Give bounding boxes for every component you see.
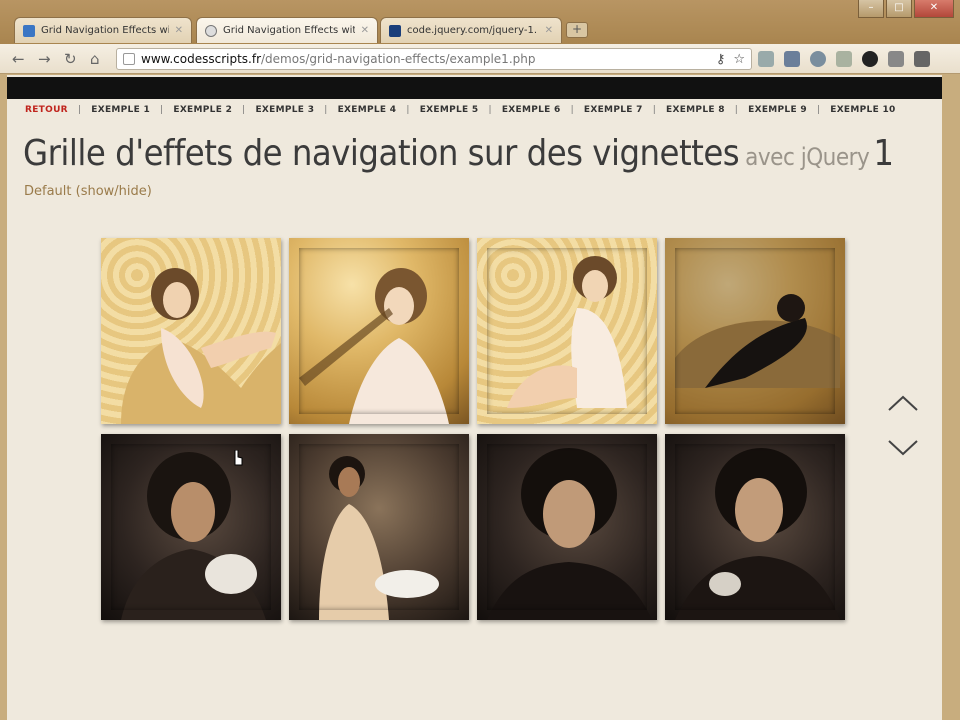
chevron-down-icon[interactable] (887, 438, 919, 458)
new-tab-button[interactable]: + (566, 22, 588, 38)
vignette-frame (675, 248, 835, 414)
nav-separator: | (816, 105, 821, 115)
vignette-frame (675, 444, 835, 610)
forward-icon[interactable]: → (38, 50, 51, 68)
thumbnail[interactable] (477, 238, 657, 424)
thumbnail[interactable] (289, 434, 469, 620)
thumbnail[interactable] (665, 238, 845, 424)
browser-toolbar: ← → ↻ ⌂ www.codesscripts.fr/demos/grid-n… (0, 44, 960, 74)
star-icon[interactable]: ☆ (733, 52, 745, 67)
top-black-bar (7, 77, 942, 99)
browser-tab-2[interactable]: Grid Navigation Effects wit ✕ (196, 17, 378, 43)
nav-exemple-7[interactable]: EXEMPLE 7 (584, 105, 643, 115)
mail-icon[interactable] (758, 51, 774, 67)
url-domain: www.codesscripts.fr (141, 52, 262, 66)
example-nav: RETOUR | EXEMPLE 1 | EXEMPLE 2 | EXEMPLE… (25, 105, 896, 115)
camera-icon[interactable] (862, 51, 878, 67)
nav-exemple-10[interactable]: EXEMPLE 10 (830, 105, 895, 115)
tab-title: Grid Navigation Effects wit (41, 25, 169, 36)
vignette-frame (299, 248, 459, 414)
nav-exemple-5[interactable]: EXEMPLE 5 (420, 105, 479, 115)
nav-exemple-8[interactable]: EXEMPLE 8 (666, 105, 725, 115)
page-title: Grille d'effets de navigation sur des vi… (23, 133, 894, 174)
title-number: 1 (873, 133, 894, 174)
close-icon[interactable]: ✕ (361, 25, 369, 36)
vignette-frame (487, 444, 647, 610)
window-controls: – □ ✕ (858, 0, 954, 18)
thumbnail[interactable] (101, 434, 281, 620)
reload-icon[interactable]: ↻ (64, 50, 77, 68)
nav-separator: | (570, 105, 574, 115)
nav-separator: | (734, 105, 739, 115)
thumbnail[interactable] (665, 434, 845, 620)
nav-separator: | (77, 105, 82, 115)
vignette-frame (487, 248, 647, 414)
page-icon (23, 24, 35, 37)
nav-exemple-1[interactable]: EXEMPLE 1 (91, 105, 150, 115)
page-icon (123, 53, 135, 65)
nav-separator: | (242, 105, 246, 115)
extension-icons (758, 51, 930, 67)
thumbnail-grid (101, 238, 845, 620)
nav-separator: | (160, 105, 164, 115)
title-avec: avec jQuery (745, 143, 870, 171)
default-toggle-link[interactable]: Default (show/hide) (24, 184, 152, 199)
nav-exemple-6[interactable]: EXEMPLE 6 (502, 105, 561, 115)
vignette-frame (111, 444, 271, 610)
nav-separator: | (488, 105, 492, 115)
close-icon[interactable]: ✕ (175, 25, 183, 36)
wrench-icon[interactable] (914, 51, 930, 67)
nav-separator: | (406, 105, 410, 115)
nav-retour[interactable]: RETOUR (25, 105, 68, 115)
thumbnail[interactable] (477, 434, 657, 620)
back-icon[interactable]: ← (12, 50, 25, 68)
puzzle-icon[interactable] (784, 51, 800, 67)
chevron-up-icon[interactable] (887, 393, 919, 413)
url-path: /demos/grid-navigation-effects/example1.… (261, 52, 536, 66)
vignette-frame (299, 444, 459, 610)
page-icon (205, 24, 217, 37)
web-page: RETOUR | EXEMPLE 1 | EXEMPLE 2 | EXEMPLE… (7, 75, 942, 720)
nav-exemple-2[interactable]: EXEMPLE 2 (173, 105, 232, 115)
nav-separator: | (652, 105, 657, 115)
tab-title: Grid Navigation Effects wit (223, 25, 355, 36)
nav-separator: | (324, 105, 328, 115)
nav-exemple-4[interactable]: EXEMPLE 4 (338, 105, 397, 115)
screen-icon[interactable] (888, 51, 904, 67)
close-icon[interactable]: ✕ (545, 25, 553, 36)
nav-exemple-3[interactable]: EXEMPLE 3 (255, 105, 314, 115)
page-icon (389, 24, 401, 37)
photo-thumbnail (121, 268, 281, 424)
title-main: Grille d'effets de navigation sur des vi… (23, 133, 740, 174)
tab-strip: Grid Navigation Effects wit ✕ Grid Navig… (0, 0, 960, 44)
maximize-icon[interactable]: □ (886, 0, 912, 18)
thumbnail[interactable] (101, 238, 281, 424)
tab-title: code.jquery.com/jquery-1. (407, 25, 538, 36)
nav-exemple-9[interactable]: EXEMPLE 9 (748, 105, 807, 115)
globe-icon[interactable] (810, 51, 826, 67)
window-icon[interactable] (836, 51, 852, 67)
thumbnail[interactable] (289, 238, 469, 424)
home-icon[interactable]: ⌂ (90, 50, 100, 68)
address-bar[interactable]: www.codesscripts.fr/demos/grid-navigatio… (116, 48, 752, 70)
close-window-icon[interactable]: ✕ (914, 0, 954, 18)
browser-tab-3[interactable]: code.jquery.com/jquery-1. ✕ (380, 17, 562, 43)
browser-tab-1[interactable]: Grid Navigation Effects wit ✕ (14, 17, 192, 43)
minimize-icon[interactable]: – (858, 0, 884, 18)
key-icon[interactable]: ⚷ (716, 52, 726, 67)
mouse-cursor-icon (234, 450, 243, 466)
